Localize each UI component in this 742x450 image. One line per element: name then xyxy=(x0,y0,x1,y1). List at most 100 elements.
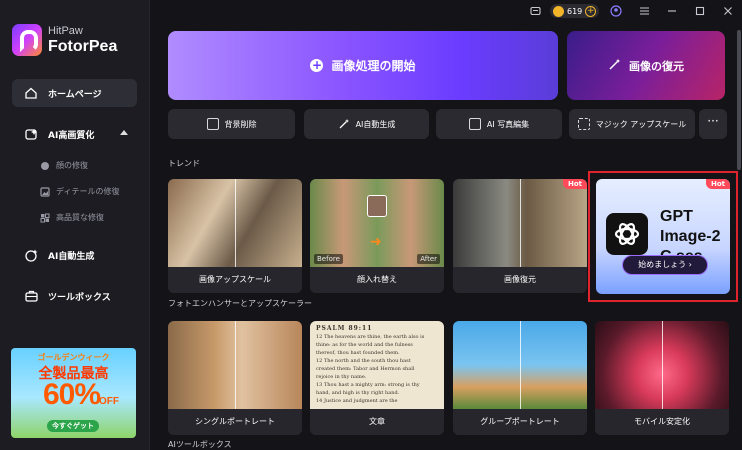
promo-line1: ゴールデンウィーク xyxy=(37,353,110,362)
section-title-enhancer: フォトエンハンサーとアップスケーラー xyxy=(168,299,312,308)
document-preview-image: PSALM 89:11 12 The heavens are thine, th… xyxy=(310,321,444,409)
start-processing-label: 画像処理の開始 xyxy=(331,59,416,73)
openai-logo-icon xyxy=(606,213,648,255)
card-single-portrait[interactable]: シングルポートレート xyxy=(168,321,302,435)
card-image-restore[interactable]: Hot 画像復元 xyxy=(453,179,587,293)
minimize-icon[interactable] xyxy=(665,4,679,18)
single-portrait-image xyxy=(168,321,302,409)
home-icon xyxy=(24,86,38,100)
document-line: created them: Tabor and Hermon shall xyxy=(316,366,415,372)
promo-percent: 60% xyxy=(43,378,101,411)
sidebar-item-label: ホームページ xyxy=(48,89,102,100)
card-label: グループポートレート xyxy=(453,409,587,435)
get-started-button[interactable]: 始めましょう › xyxy=(622,255,708,275)
ai-generate-button[interactable]: AI自動生成 xyxy=(304,109,429,139)
start-processing-button[interactable]: + 画像処理の開始 xyxy=(168,31,558,100)
menu-icon[interactable] xyxy=(637,4,651,18)
sidebar-subitem-label: ディテールの修復 xyxy=(56,187,120,196)
compare-divider xyxy=(235,179,236,267)
face-swap-preview-image: ➜ Before After xyxy=(310,179,444,267)
tool-label: 背景削除 xyxy=(224,119,257,129)
sidebar-item-ai-enhance[interactable]: AI高画質化 xyxy=(12,120,137,148)
compare-divider xyxy=(662,321,663,409)
group-portrait-image xyxy=(453,321,587,409)
hot-badge: Hot xyxy=(705,179,730,189)
gpt-title-line1: GPT xyxy=(660,208,693,225)
card-document[interactable]: PSALM 89:11 12 The heavens are thine, th… xyxy=(310,321,444,435)
compare-divider xyxy=(520,321,521,409)
gpt-banner: Hot GPT Image-2 C ses 始めましょう › xyxy=(596,179,730,294)
sidebar-item-label: ツールボックス xyxy=(48,292,111,303)
tool-label: AI 写真編集 xyxy=(486,119,530,129)
promo-button[interactable]: 今すぐゲット xyxy=(47,420,99,432)
card-label: シングルポートレート xyxy=(168,409,302,435)
sidebar-item-home[interactable]: ホームページ xyxy=(12,79,137,107)
maximize-icon[interactable] xyxy=(693,4,707,18)
magic-wand-icon xyxy=(608,58,621,74)
sidebar-item-toolbox[interactable]: ツールボックス xyxy=(12,282,137,310)
gpt-title-line2: Image-2 xyxy=(660,228,721,245)
mobile-stabilize-image xyxy=(595,321,729,409)
sidebar-item-ai-generate[interactable]: AI自動生成 xyxy=(12,241,137,269)
image-icon xyxy=(40,186,50,197)
remove-background-button[interactable]: 背景削除 xyxy=(168,109,295,139)
upscale-icon xyxy=(577,118,590,130)
coin-count: 619 xyxy=(567,6,583,16)
ai-photo-edit-button[interactable]: AI 写真編集 xyxy=(436,109,562,139)
coin-balance[interactable]: 619 + xyxy=(550,4,600,18)
arrow-right-icon: ➜ xyxy=(370,234,382,250)
coin-icon xyxy=(553,5,564,17)
section-title-ai-toolbox: AIツールボックス xyxy=(168,440,232,449)
tool-label: マジック アップスケール xyxy=(595,119,687,129)
add-coins-icon[interactable]: + xyxy=(585,5,597,17)
promo-banner[interactable]: ゴールデンウィーク 全製品最高 60% OFF 今すぐゲット xyxy=(11,348,136,438)
sidebar-subitem-label: 顔の修復 xyxy=(56,161,88,170)
card-gpt-image[interactable]: Hot GPT Image-2 C ses 始めましょう › xyxy=(588,171,738,302)
sidebar-subitem-face-repair[interactable]: 顔の修復 xyxy=(40,160,88,171)
magic-upscale-button[interactable]: マジック アップスケール xyxy=(569,109,695,139)
document-line: rejoice in thy name. xyxy=(316,374,367,380)
card-label: 画像復元 xyxy=(453,267,587,293)
enhance-icon xyxy=(24,127,38,141)
more-tools-button[interactable]: ··· xyxy=(699,109,727,139)
card-face-swap[interactable]: ➜ Before After 顔入れ替え xyxy=(310,179,444,293)
message-icon[interactable] xyxy=(528,4,542,18)
sidebar-subitem-quality-repair[interactable]: 高品質な修復 xyxy=(40,212,104,223)
document-line: 14 Justice and judgment are the xyxy=(316,398,398,404)
before-tag: Before xyxy=(314,254,343,264)
document-heading: PSALM 89:11 xyxy=(316,325,373,332)
account-icon[interactable] xyxy=(609,4,623,18)
fotorpea-logo-icon xyxy=(12,24,42,56)
title-bar: 619 + xyxy=(520,0,742,22)
document-line: 13 Thou hast a mighty arm: strong is thy xyxy=(316,382,420,388)
sidebar-subitem-label: 高品質な修復 xyxy=(56,213,104,222)
face-icon xyxy=(40,161,50,171)
close-icon[interactable] xyxy=(721,4,735,18)
card-label: 画像アップスケール xyxy=(168,267,302,293)
after-tag: After xyxy=(417,254,440,264)
scrollbar[interactable] xyxy=(737,30,741,170)
promo-off: OFF xyxy=(99,396,119,407)
image-restore-button[interactable]: 画像の復元 xyxy=(567,31,725,100)
upscale-preview-image xyxy=(168,179,302,267)
sidebar-item-label: AI自動生成 xyxy=(48,251,95,262)
source-face-thumbnail xyxy=(367,195,387,217)
sidebar-subitem-detail-repair[interactable]: ディテールの修復 xyxy=(40,186,119,197)
section-title-trend: トレンド xyxy=(168,159,200,168)
compare-divider xyxy=(235,321,236,409)
plus-icon: + xyxy=(310,58,324,72)
image-restore-label: 画像の復元 xyxy=(629,59,684,73)
document-line: 12 The heavens are thine, the earth also… xyxy=(316,334,425,340)
card-label: モバイル安定化 xyxy=(595,409,729,435)
sidebar-item-label: AI高画質化 xyxy=(48,130,95,141)
card-group-portrait[interactable]: グループポートレート xyxy=(453,321,587,435)
ai-generate-icon xyxy=(24,248,38,262)
sidebar: HitPaw FotorPea ホームページ AI高画質化 顔の修復 ディテール… xyxy=(0,0,150,450)
document-line: thereof, thou hast founded them. xyxy=(316,350,400,356)
compare-divider xyxy=(520,179,521,267)
document-line: hand, and high is thy right hand. xyxy=(316,390,400,396)
card-image-upscale[interactable]: 画像アップスケール xyxy=(168,179,302,293)
document-line: 12 The north and the south thou hast xyxy=(316,358,411,364)
card-mobile-stabilize[interactable]: モバイル安定化 xyxy=(595,321,729,435)
collapse-caret-icon[interactable] xyxy=(120,130,128,135)
